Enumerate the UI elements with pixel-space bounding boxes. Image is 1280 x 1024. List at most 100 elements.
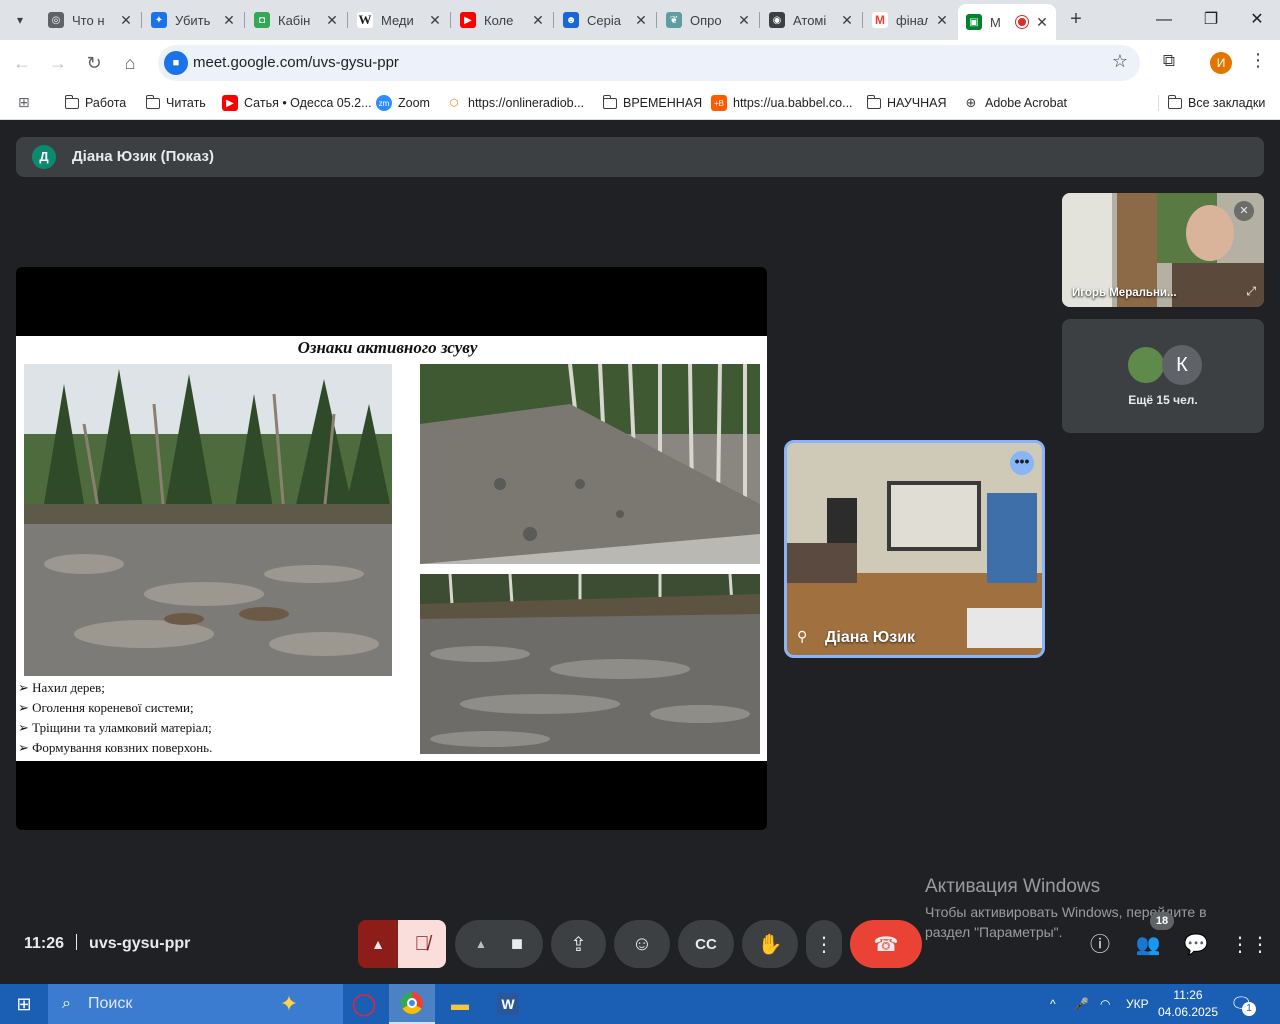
bookmark-item[interactable]: ⊕ Adobe Acrobat <box>963 92 1067 114</box>
url-text[interactable]: meet.google.com/uvs-gysu-ppr <box>193 54 399 71</box>
slide-bullets: Нахил дерев; Оголення кореневої системи;… <box>18 678 212 758</box>
browser-tab[interactable]: M фінал ✕ <box>864 6 956 34</box>
browser-tab-active[interactable]: ▣ М ✕ <box>958 4 1056 40</box>
self-video <box>787 443 1042 655</box>
mic-toggle-button[interactable]: 🎙̸ <box>398 920 446 968</box>
copilot-sparkle-icon[interactable]: ✦ <box>266 984 312 1024</box>
show-hidden-icons[interactable]: ^ <box>1050 984 1056 1024</box>
opera-icon[interactable]: ◯ <box>341 984 387 1024</box>
profile-avatar[interactable]: И <box>1210 52 1232 74</box>
landslide-photo <box>420 574 760 754</box>
browser-tab[interactable]: ◘ Кабін ✕ <box>246 6 346 34</box>
tab-search-button[interactable]: ▾ <box>8 8 32 32</box>
mic-options-button[interactable]: ▲ <box>358 920 398 968</box>
more-menu-icon[interactable]: ⋮ <box>1248 50 1268 76</box>
minimize-button[interactable]: — <box>1152 8 1176 32</box>
chrome-taskbar-icon[interactable] <box>389 984 435 1024</box>
self-view-tile[interactable]: ••• ⚲ Діана Юзик <box>784 440 1045 658</box>
reload-icon[interactable]: ↻ <box>81 50 107 76</box>
chevron-down-icon: ▾ <box>16 13 24 27</box>
gmail-icon: M <box>872 12 888 28</box>
bookmark-item[interactable]: ⬡ https://onlineradiob... <box>446 92 584 114</box>
people-icon[interactable]: 👥 <box>1134 931 1162 959</box>
end-call-icon: ☎ <box>873 933 899 956</box>
bookmark-star-icon[interactable]: ☆ <box>1112 51 1128 72</box>
browser-tab[interactable]: ◎ Что н ✕ <box>40 6 140 34</box>
folder-icon <box>1167 94 1182 109</box>
meet-site-icon[interactable]: ■ <box>164 51 188 75</box>
close-tab-icon[interactable]: ✕ <box>427 12 443 28</box>
bookmarks-bar: ⊞ Работа Читать ▶ Сатья • Одесса 05.2...… <box>0 86 1280 120</box>
address-bar[interactable]: ■ meet.google.com/uvs-gysu-ppr ☆ <box>158 45 1140 81</box>
close-tab-icon[interactable]: ✕ <box>118 12 134 28</box>
close-tab-icon[interactable]: ✕ <box>839 12 855 28</box>
close-tab-icon[interactable]: ✕ <box>530 12 546 28</box>
meeting-code: uvs-gysu-ppr <box>89 935 191 952</box>
camera-control[interactable]: ▲ ■ <box>455 920 543 968</box>
captions-button[interactable]: CC <box>678 920 734 968</box>
close-tab-icon[interactable]: ✕ <box>736 12 752 28</box>
pin-icon[interactable]: ⚲ <box>797 628 807 645</box>
language-indicator[interactable]: УКР <box>1126 984 1149 1024</box>
landslide-photo <box>24 364 392 676</box>
close-tab-icon[interactable]: ✕ <box>633 12 649 28</box>
activities-icon[interactable]: ⋮⋮ <box>1230 931 1270 959</box>
extensions-icon[interactable]: ⧉ <box>1158 51 1180 73</box>
zoom-icon: zm <box>376 95 392 111</box>
present-button[interactable]: ⇪ <box>551 920 606 968</box>
more-options-icon[interactable]: ••• <box>1010 451 1034 475</box>
close-tab-icon[interactable]: ✕ <box>934 12 950 28</box>
babbel-icon: +B <box>711 95 727 111</box>
close-tab-icon[interactable]: ✕ <box>324 12 340 28</box>
participant-tile[interactable]: ✕ Игорь Меральни... ⤢ <box>1062 193 1264 307</box>
search-icon: ⌕ <box>62 995 71 1012</box>
youtube-icon: ▶ <box>222 95 238 111</box>
restore-button[interactable]: ❐ <box>1199 8 1223 32</box>
browser-tab[interactable]: ◉ Атомі ✕ <box>761 6 861 34</box>
file-explorer-icon[interactable]: ▬ <box>437 984 483 1024</box>
bookmark-item[interactable]: Работа <box>64 92 126 114</box>
browser-tab[interactable]: ❦ Опро ✕ <box>658 6 758 34</box>
windows-start-icon[interactable]: ⊞ <box>0 984 48 1024</box>
browser-tab[interactable]: ✦ Убить ✕ <box>143 6 243 34</box>
notification-count-badge: 1 <box>1242 1002 1256 1016</box>
all-bookmarks[interactable]: Все закладки <box>1167 92 1265 114</box>
bird-icon: ✦ <box>151 12 167 28</box>
home-icon[interactable]: ⌂ <box>117 50 143 76</box>
close-window-button[interactable]: ✕ <box>1245 8 1269 32</box>
cube-icon: ⬡ <box>449 97 459 109</box>
chat-icon[interactable]: 💬 <box>1182 931 1210 959</box>
leave-call-button[interactable]: ☎ <box>850 920 922 968</box>
browser-tab[interactable]: W Меди ✕ <box>349 6 449 34</box>
leaf-icon: ❦ <box>666 12 682 28</box>
bookmark-item[interactable]: Читать <box>145 92 206 114</box>
new-tab-button[interactable]: + <box>1064 8 1088 32</box>
info-icon[interactable]: ⓘ <box>1086 931 1114 959</box>
bookmark-item[interactable]: НАУЧНАЯ <box>866 92 946 114</box>
taskbar-clock[interactable]: 11:26 04.06.2025 <box>1152 987 1224 1021</box>
slide-bullet: Оголення кореневої системи; <box>18 698 212 718</box>
forward-icon[interactable]: → <box>45 50 71 76</box>
chevron-up-icon: ▲ <box>371 936 385 952</box>
close-tab-icon[interactable]: ✕ <box>1034 14 1050 30</box>
reactions-button[interactable]: ☺ <box>614 920 670 968</box>
network-icon[interactable]: ◠ <box>1100 984 1110 1024</box>
browser-toolbar: ← → ↻ ⌂ ■ meet.google.com/uvs-gysu-ppr ☆… <box>0 40 1280 86</box>
notifications-icon[interactable]: 🗨 1 <box>1230 984 1256 1024</box>
bookmark-item[interactable]: ВРЕМЕННАЯ <box>602 92 702 114</box>
browser-tab[interactable]: ☻ Серіа ✕ <box>555 6 655 34</box>
shared-screen[interactable]: Ознаки активного зсуву ➢ Нахил дерев; ➢ … <box>16 267 767 830</box>
bookmark-item[interactable]: +B https://ua.babbel.co... <box>711 92 853 114</box>
bookmark-item[interactable]: zm Zoom <box>376 92 430 114</box>
microphone-tray-icon[interactable]: 🎤 <box>1074 984 1089 1024</box>
apps-grid-icon[interactable]: ⊞ <box>18 94 34 110</box>
more-options-button[interactable]: ⋮ <box>806 920 842 968</box>
close-tab-icon[interactable]: ✕ <box>221 12 237 28</box>
raise-hand-button[interactable]: ✋ <box>742 920 798 968</box>
others-tile[interactable]: К Ещё 15 чел. <box>1062 319 1264 433</box>
bookmark-item[interactable]: ▶ Сатья • Одесса 05.2... <box>222 92 372 114</box>
word-icon[interactable]: W <box>485 984 531 1024</box>
back-icon[interactable]: ← <box>9 50 35 76</box>
browser-tab[interactable]: ▶ Коле ✕ <box>452 6 552 34</box>
expand-icon[interactable]: ⤢ <box>1246 284 1256 299</box>
